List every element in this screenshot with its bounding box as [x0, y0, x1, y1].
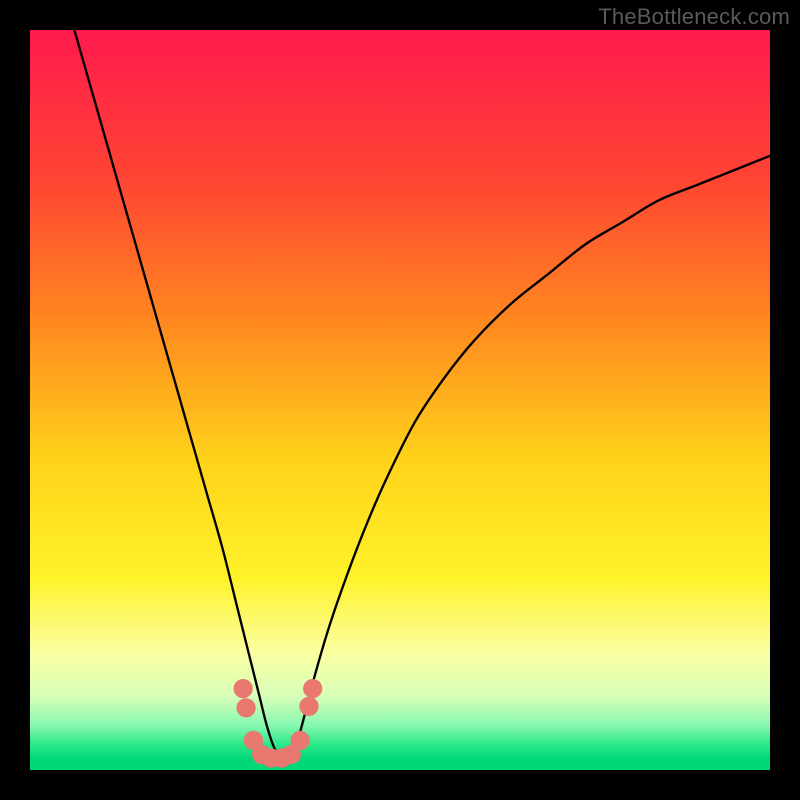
plot-area [30, 30, 770, 770]
threshold-dot [299, 697, 318, 716]
threshold-dot [234, 679, 253, 698]
threshold-dot [303, 679, 322, 698]
threshold-markers [234, 679, 323, 768]
watermark-text: TheBottleneck.com [598, 4, 790, 30]
threshold-dot [236, 698, 255, 717]
curve-layer [30, 30, 770, 770]
chart-frame: { "watermark": "TheBottleneck.com", "col… [0, 0, 800, 800]
threshold-dot [290, 731, 309, 750]
bottleneck-curve [74, 30, 770, 761]
